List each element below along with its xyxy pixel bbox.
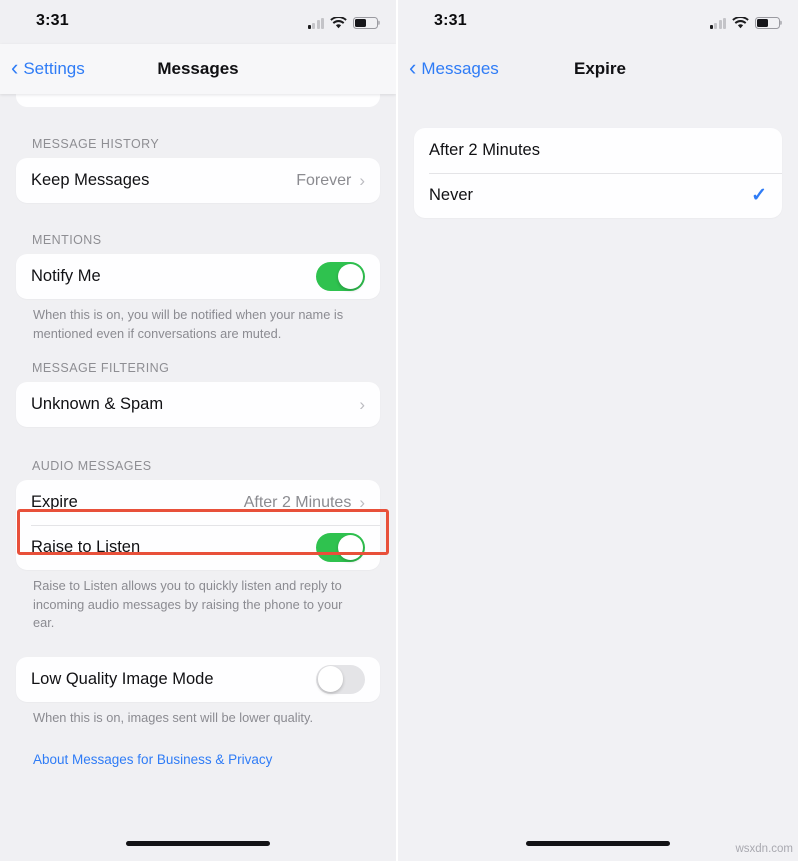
wifi-icon (732, 17, 749, 29)
back-button-label: Messages (421, 59, 499, 78)
footnote-audio-messages: Raise to Listen allows you to quickly li… (33, 578, 343, 631)
card-message-history: Keep Messages Forever › (16, 158, 380, 203)
row-keep-messages[interactable]: Keep Messages Forever › (16, 158, 380, 203)
toggle-notify-me[interactable] (316, 262, 365, 291)
dual-screenshot-container: 3:31 ‹ Settings Messages MESSAGE HISTORY… (0, 0, 800, 861)
row-unknown-and-spam[interactable]: Unknown & Spam › (16, 382, 380, 427)
cellular-signal-icon (709, 17, 726, 29)
row-label: Notify Me (31, 267, 101, 285)
section-header-message-history: MESSAGE HISTORY (32, 137, 160, 151)
row-value: Forever (296, 171, 352, 189)
row-notify-me[interactable]: Notify Me (16, 254, 380, 299)
row-label: Low Quality Image Mode (31, 669, 214, 688)
chevron-right-icon: › (359, 171, 365, 190)
card-expire-options: After 2 Minutes Never ✓ (414, 128, 782, 218)
navigation-bar: ‹ Messages Expire (398, 44, 798, 94)
chevron-left-icon: ‹ (11, 55, 19, 80)
back-button-label: Settings (23, 59, 85, 78)
row-label: Expire (31, 493, 78, 512)
option-label: Never (429, 186, 474, 204)
card-image-mode: Low Quality Image Mode (16, 656, 380, 702)
row-label: Raise to Listen (31, 538, 141, 557)
section-header-message-filtering: MESSAGE FILTERING (32, 361, 170, 376)
card-mentions: Notify Me (16, 254, 380, 299)
chevron-right-icon: › (359, 493, 365, 513)
checkmark-icon: ✓ (751, 185, 767, 206)
chevron-right-icon: › (359, 395, 365, 415)
settings-scroll-content: MESSAGE HISTORY Keep Messages Forever › … (0, 93, 396, 767)
row-low-quality-image-mode[interactable]: Low Quality Image Mode (16, 657, 380, 702)
navigation-bar: ‹ Settings Messages (0, 44, 396, 94)
wifi-icon (330, 17, 347, 29)
battery-icon (353, 16, 378, 29)
status-bar: 3:31 (398, 0, 798, 44)
option-after-2-minutes[interactable]: After 2 Minutes (414, 128, 782, 173)
row-raise-to-listen[interactable]: Raise to Listen (16, 525, 380, 570)
row-expire[interactable]: Expire After 2 Minutes › (16, 480, 380, 525)
expire-options-screen: 3:31 ‹ Messages Expire After 2 Minutes N… (398, 0, 798, 861)
scrolled-partial-card (16, 93, 380, 107)
status-bar: 3:31 (0, 0, 396, 44)
site-watermark: wsxdn.com (735, 843, 793, 855)
battery-icon (755, 16, 780, 29)
cellular-signal-icon (307, 17, 324, 29)
row-label: Unknown & Spam (31, 395, 164, 414)
home-indicator (126, 840, 270, 846)
back-button-settings[interactable]: ‹ Settings (11, 55, 85, 80)
home-indicator (526, 840, 670, 846)
card-message-filtering: Unknown & Spam › (16, 382, 380, 428)
toggle-raise-to-listen[interactable] (316, 533, 365, 563)
status-bar-icons (709, 13, 780, 29)
toggle-low-quality-image-mode[interactable] (316, 664, 365, 694)
chevron-left-icon: ‹ (409, 55, 417, 80)
row-label: Keep Messages (31, 171, 150, 189)
card-audio-messages: Expire After 2 Minutes › Raise to Listen (16, 480, 380, 571)
messages-settings-screen: 3:31 ‹ Settings Messages MESSAGE HISTORY… (0, 0, 398, 861)
section-header-mentions: MENTIONS (32, 233, 102, 247)
status-bar-icons (307, 13, 378, 29)
option-never[interactable]: Never ✓ (414, 173, 782, 218)
back-button-messages[interactable]: ‹ Messages (409, 55, 499, 80)
status-bar-time: 3:31 (36, 12, 69, 29)
footnote-mentions: When this is on, you will be notified wh… (33, 307, 344, 341)
footnote-image-mode: When this is on, images sent will be low… (33, 709, 313, 725)
status-bar-time: 3:31 (434, 12, 467, 29)
about-messages-for-business-link[interactable]: About Messages for Business & Privacy (16, 752, 380, 767)
option-label: After 2 Minutes (429, 141, 540, 159)
expire-options-content: After 2 Minutes Never ✓ (398, 94, 798, 218)
section-header-audio-messages: AUDIO MESSAGES (32, 459, 152, 474)
row-value: After 2 Minutes (243, 493, 352, 511)
